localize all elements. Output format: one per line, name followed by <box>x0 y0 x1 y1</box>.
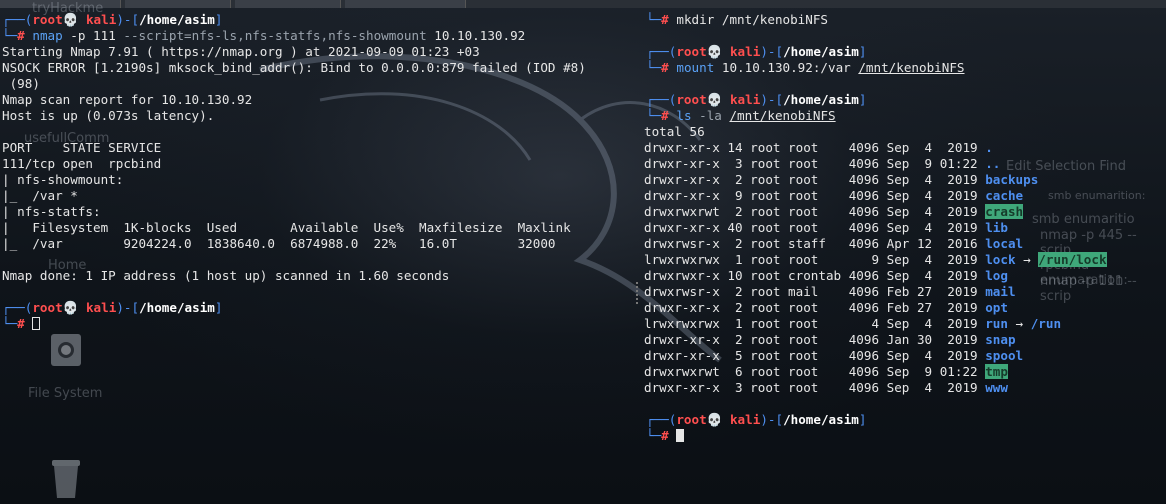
listing-entry-name[interactable]: local <box>985 236 1023 251</box>
listing-meta: drwxr-xr-x 9 root root 4096 Sep 4 2019 <box>644 188 986 203</box>
listing-entry-name[interactable]: opt <box>985 300 1008 315</box>
listing-entry-name[interactable]: . <box>985 140 993 155</box>
listing-row: drwxr-xr-x 40 root root 4096 Sep 4 2019 … <box>644 220 1008 236</box>
output-line: Starting Nmap 7.91 ( https://nmap.org ) … <box>2 44 480 59</box>
prompt-line: ┌──(root💀 kali)-[/home/asim] <box>2 300 223 315</box>
listing-row: drwxrwxr-x 10 root crontab 4096 Sep 4 20… <box>644 268 1008 284</box>
listing-entry-name[interactable]: cache <box>985 188 1023 203</box>
listing-meta: lrwxrwxrwx 1 root root 4 Sep 4 2019 <box>644 316 986 331</box>
listing-row: drwxrwsr-x 2 root staff 4096 Apr 12 2016… <box>644 236 1023 252</box>
listing-row: drwxr-xr-x 2 root root 4096 Feb 27 2019 … <box>644 300 1008 316</box>
listing-meta: drwxrwsr-x 2 root mail 4096 Feb 27 2019 <box>644 284 986 299</box>
listing-row: drwxr-xr-x 14 root root 4096 Sep 4 2019 … <box>644 140 993 156</box>
output-line: | nfs-showmount: <box>2 172 124 187</box>
listing-meta: drwxrwsr-x 2 root staff 4096 Apr 12 2016 <box>644 236 986 251</box>
listing-meta: drwxr-xr-x 3 root root 4096 Sep 9 01:22 <box>644 156 986 171</box>
listing-meta: drwxr-xr-x 14 root root 4096 Sep 4 2019 <box>644 140 986 155</box>
symlink-arrow: → <box>1007 316 1031 331</box>
listing-entry-name[interactable]: mail <box>985 284 1015 299</box>
input-line[interactable]: └─# <box>2 316 41 332</box>
listing-entry-name[interactable]: crash <box>985 204 1024 219</box>
listing-meta: drwxr-xr-x 2 root root 4096 Jan 30 2019 <box>644 332 986 347</box>
command-line: └─# mkdir /mnt/kenobiNFS <box>646 12 829 27</box>
listing-entry-name[interactable]: run <box>985 316 1008 331</box>
listing-row: drwxr-xr-x 2 root root 4096 Jan 30 2019 … <box>644 332 1016 348</box>
listing-entry-name[interactable]: spool <box>985 348 1023 363</box>
listing-entry-name[interactable]: lib <box>985 220 1008 235</box>
listing-meta: lrwxrwxrwx 1 root root 9 Sep 4 2019 <box>644 252 986 267</box>
listing-meta: drwxrwxrwt 6 root root 4096 Sep 9 01:22 <box>644 364 986 379</box>
command-line: └─# ls -la /mnt/kenobiNFS <box>646 108 836 123</box>
listing-row: drwxr-xr-x 2 root root 4096 Sep 4 2019 b… <box>644 172 1038 188</box>
output-line: Host is up (0.073s latency). <box>2 108 215 123</box>
prompt-line: ┌──(root💀 kali)-[/home/asim] <box>646 44 867 59</box>
listing-row: drwxrwxrwt 6 root root 4096 Sep 9 01:22 … <box>644 364 1008 380</box>
listing-meta: drwxr-xr-x 5 root root 4096 Sep 4 2019 <box>644 348 986 363</box>
listing-row: drwxrwxrwt 2 root root 4096 Sep 4 2019 c… <box>644 204 1024 220</box>
symlink-target[interactable]: /run <box>1031 316 1061 331</box>
output-line: Nmap scan report for 10.10.130.92 <box>2 92 253 107</box>
listing-meta: drwxr-xr-x 2 root root 4096 Sep 4 2019 <box>644 172 986 187</box>
output-line: PORT STATE SERVICE <box>2 140 162 155</box>
prompt-line: ┌──(root💀 kali)-[/home/asim] <box>2 12 223 27</box>
listing-row: drwxrwsr-x 2 root mail 4096 Feb 27 2019 … <box>644 284 1016 300</box>
output-line: NSOCK ERROR [1.2190s] mksock_bind_addr()… <box>2 60 586 75</box>
listing-row: drwxr-xr-x 5 root root 4096 Sep 4 2019 s… <box>644 348 1023 364</box>
output-line: | nfs-statfs: <box>2 204 101 219</box>
output-line: | Filesystem 1K-blocks Used Available Us… <box>2 220 571 235</box>
listing-meta: drwxr-xr-x 2 root root 4096 Feb 27 2019 <box>644 300 986 315</box>
ls-total: total 56 <box>644 124 705 139</box>
listing-meta: drwxrwxr-x 10 root crontab 4096 Sep 4 20… <box>644 268 986 283</box>
output-line: |_ /var * <box>2 188 78 203</box>
listing-row: drwxr-xr-x 3 root root 4096 Sep 4 2019 w… <box>644 380 1008 396</box>
terminal-pane-right[interactable]: └─# mkdir /mnt/kenobiNFS ┌──(root💀 kali)… <box>644 0 1166 504</box>
listing-meta: drwxrwxrwt 2 root root 4096 Sep 4 2019 <box>644 204 986 219</box>
prompt-line: ┌──(root💀 kali)-[/home/asim] <box>646 92 867 107</box>
listing-row: lrwxrwxrwx 1 root root 9 Sep 4 2019 lock… <box>644 252 1107 268</box>
listing-entry-name[interactable]: log <box>985 268 1008 283</box>
symlink-arrow: → <box>1015 252 1039 267</box>
listing-entry-name[interactable]: backups <box>985 172 1038 187</box>
text-cursor <box>676 429 685 442</box>
output-line: (98) <box>2 76 40 91</box>
output-line: |_ /var 9204224.0 1838640.0 6874988.0 22… <box>2 236 556 251</box>
listing-entry-name[interactable]: tmp <box>985 364 1008 379</box>
prompt-line: ┌──(root💀 kali)-[/home/asim] <box>646 412 867 427</box>
input-line[interactable]: └─# <box>646 428 685 444</box>
symlink-target[interactable]: /run/lock <box>1038 252 1107 267</box>
listing-entry-name[interactable]: lock <box>985 252 1015 267</box>
listing-entry-name[interactable]: .. <box>985 156 1000 171</box>
output-line: 111/tcp open rpcbind <box>2 156 162 171</box>
text-cursor <box>32 317 41 330</box>
listing-meta: drwxr-xr-x 40 root root 4096 Sep 4 2019 <box>644 220 986 235</box>
output-line: Nmap done: 1 IP address (1 host up) scan… <box>2 268 450 283</box>
listing-row: lrwxrwxrwx 1 root root 4 Sep 4 2019 run … <box>644 316 1061 332</box>
listing-meta: drwxr-xr-x 3 root root 4096 Sep 4 2019 <box>644 380 986 395</box>
terminal-pane-left[interactable]: ┌──(root💀 kali)-[/home/asim] └─# nmap -p… <box>0 0 640 504</box>
listing-row: drwxr-xr-x 9 root root 4096 Sep 4 2019 c… <box>644 188 1023 204</box>
command-name: nmap <box>32 28 63 43</box>
command-line: └─# nmap -p 111 --script=nfs-ls,nfs-stat… <box>2 28 526 43</box>
listing-row: drwxr-xr-x 3 root root 4096 Sep 9 01:22 … <box>644 156 1000 172</box>
listing-entry-name[interactable]: www <box>985 380 1008 395</box>
listing-entry-name[interactable]: snap <box>985 332 1015 347</box>
command-line: └─# mount 10.10.130.92:/var /mnt/kenobiN… <box>646 60 965 75</box>
